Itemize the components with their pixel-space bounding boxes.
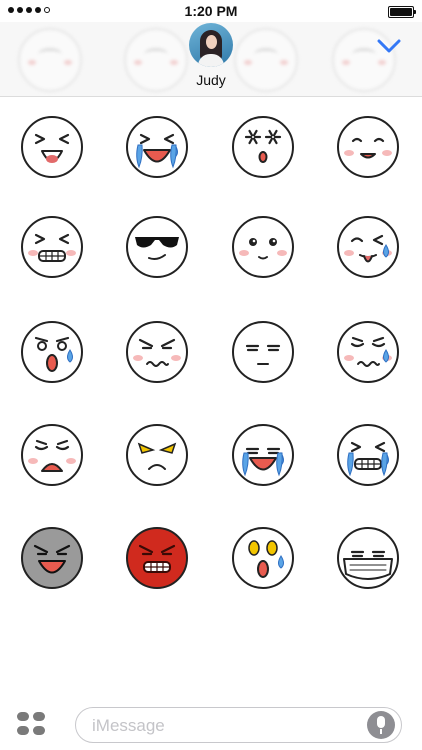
sticker-upset-frown[interactable] <box>0 405 105 510</box>
message-input[interactable] <box>90 708 364 744</box>
sticker-face-crying-grit <box>337 424 399 486</box>
sticker-face-red-rage <box>126 527 188 589</box>
sticker-face-mask[interactable] <box>316 508 421 613</box>
sticker-face-unamused <box>232 321 294 383</box>
app-drawer-icon[interactable] <box>17 712 47 736</box>
sticker-face-annoyed <box>126 321 188 383</box>
chevron-down-icon[interactable] <box>376 38 402 54</box>
sticker-surprised-sweat[interactable] <box>0 302 105 407</box>
sticker-dark-shadow[interactable] <box>0 508 105 613</box>
sticker-red-rage[interactable] <box>105 508 210 613</box>
sticker-crying-laughing[interactable] <box>105 97 210 202</box>
sticker-face-nervous-sweat <box>337 321 399 383</box>
conversation-header: Judy <box>0 22 422 97</box>
sticker-face-dark-shadow <box>21 527 83 589</box>
sticker-face-angry-glare <box>126 424 188 486</box>
sticker-face-crying-laughing <box>126 116 188 178</box>
message-input-field[interactable] <box>75 707 402 744</box>
sticker-terrified[interactable] <box>211 508 316 613</box>
sticker-angry-glare[interactable] <box>105 405 210 510</box>
contact-name[interactable]: Judy <box>0 72 422 88</box>
sticker-annoyed[interactable] <box>105 302 210 407</box>
battery-icon <box>388 6 416 18</box>
sticker-unamused[interactable] <box>211 302 316 407</box>
sticker-happy-smile[interactable] <box>316 97 421 202</box>
status-bar: 1:20 PM <box>0 0 422 22</box>
microphone-icon[interactable] <box>367 711 395 739</box>
sticker-face-sunglasses-cool <box>126 216 188 278</box>
sticker-nervous-sweat[interactable] <box>316 302 421 407</box>
sticker-face-teary-sad <box>232 216 294 278</box>
sticker-face-grinning-wink <box>21 216 83 278</box>
sticker-teary-sad[interactable] <box>211 197 316 302</box>
sticker-grid <box>0 97 422 697</box>
sticker-face-surprised-sweat <box>21 321 83 383</box>
sticker-face-face-mask <box>337 527 399 589</box>
sticker-grinning-wink[interactable] <box>0 197 105 302</box>
sticker-laughing-hard[interactable] <box>0 97 105 202</box>
sticker-sobbing-tears[interactable] <box>211 405 316 510</box>
contact-avatar[interactable] <box>189 23 233 67</box>
sticker-tongue-wink[interactable] <box>316 197 421 302</box>
sticker-face-shocked-scream <box>232 116 294 178</box>
sticker-shocked-scream[interactable] <box>211 97 316 202</box>
status-time: 1:20 PM <box>184 3 238 19</box>
sticker-face-sobbing-tears <box>232 424 294 486</box>
sticker-face-happy-smile <box>337 116 399 178</box>
sticker-sunglasses-cool[interactable] <box>105 197 210 302</box>
sticker-face-laughing-hard <box>21 116 83 178</box>
sticker-face-terrified <box>232 527 294 589</box>
sticker-face-upset-frown <box>21 424 83 486</box>
message-composer <box>0 697 422 750</box>
sticker-crying-grit[interactable] <box>316 405 421 510</box>
sticker-face-tongue-wink <box>337 216 399 278</box>
